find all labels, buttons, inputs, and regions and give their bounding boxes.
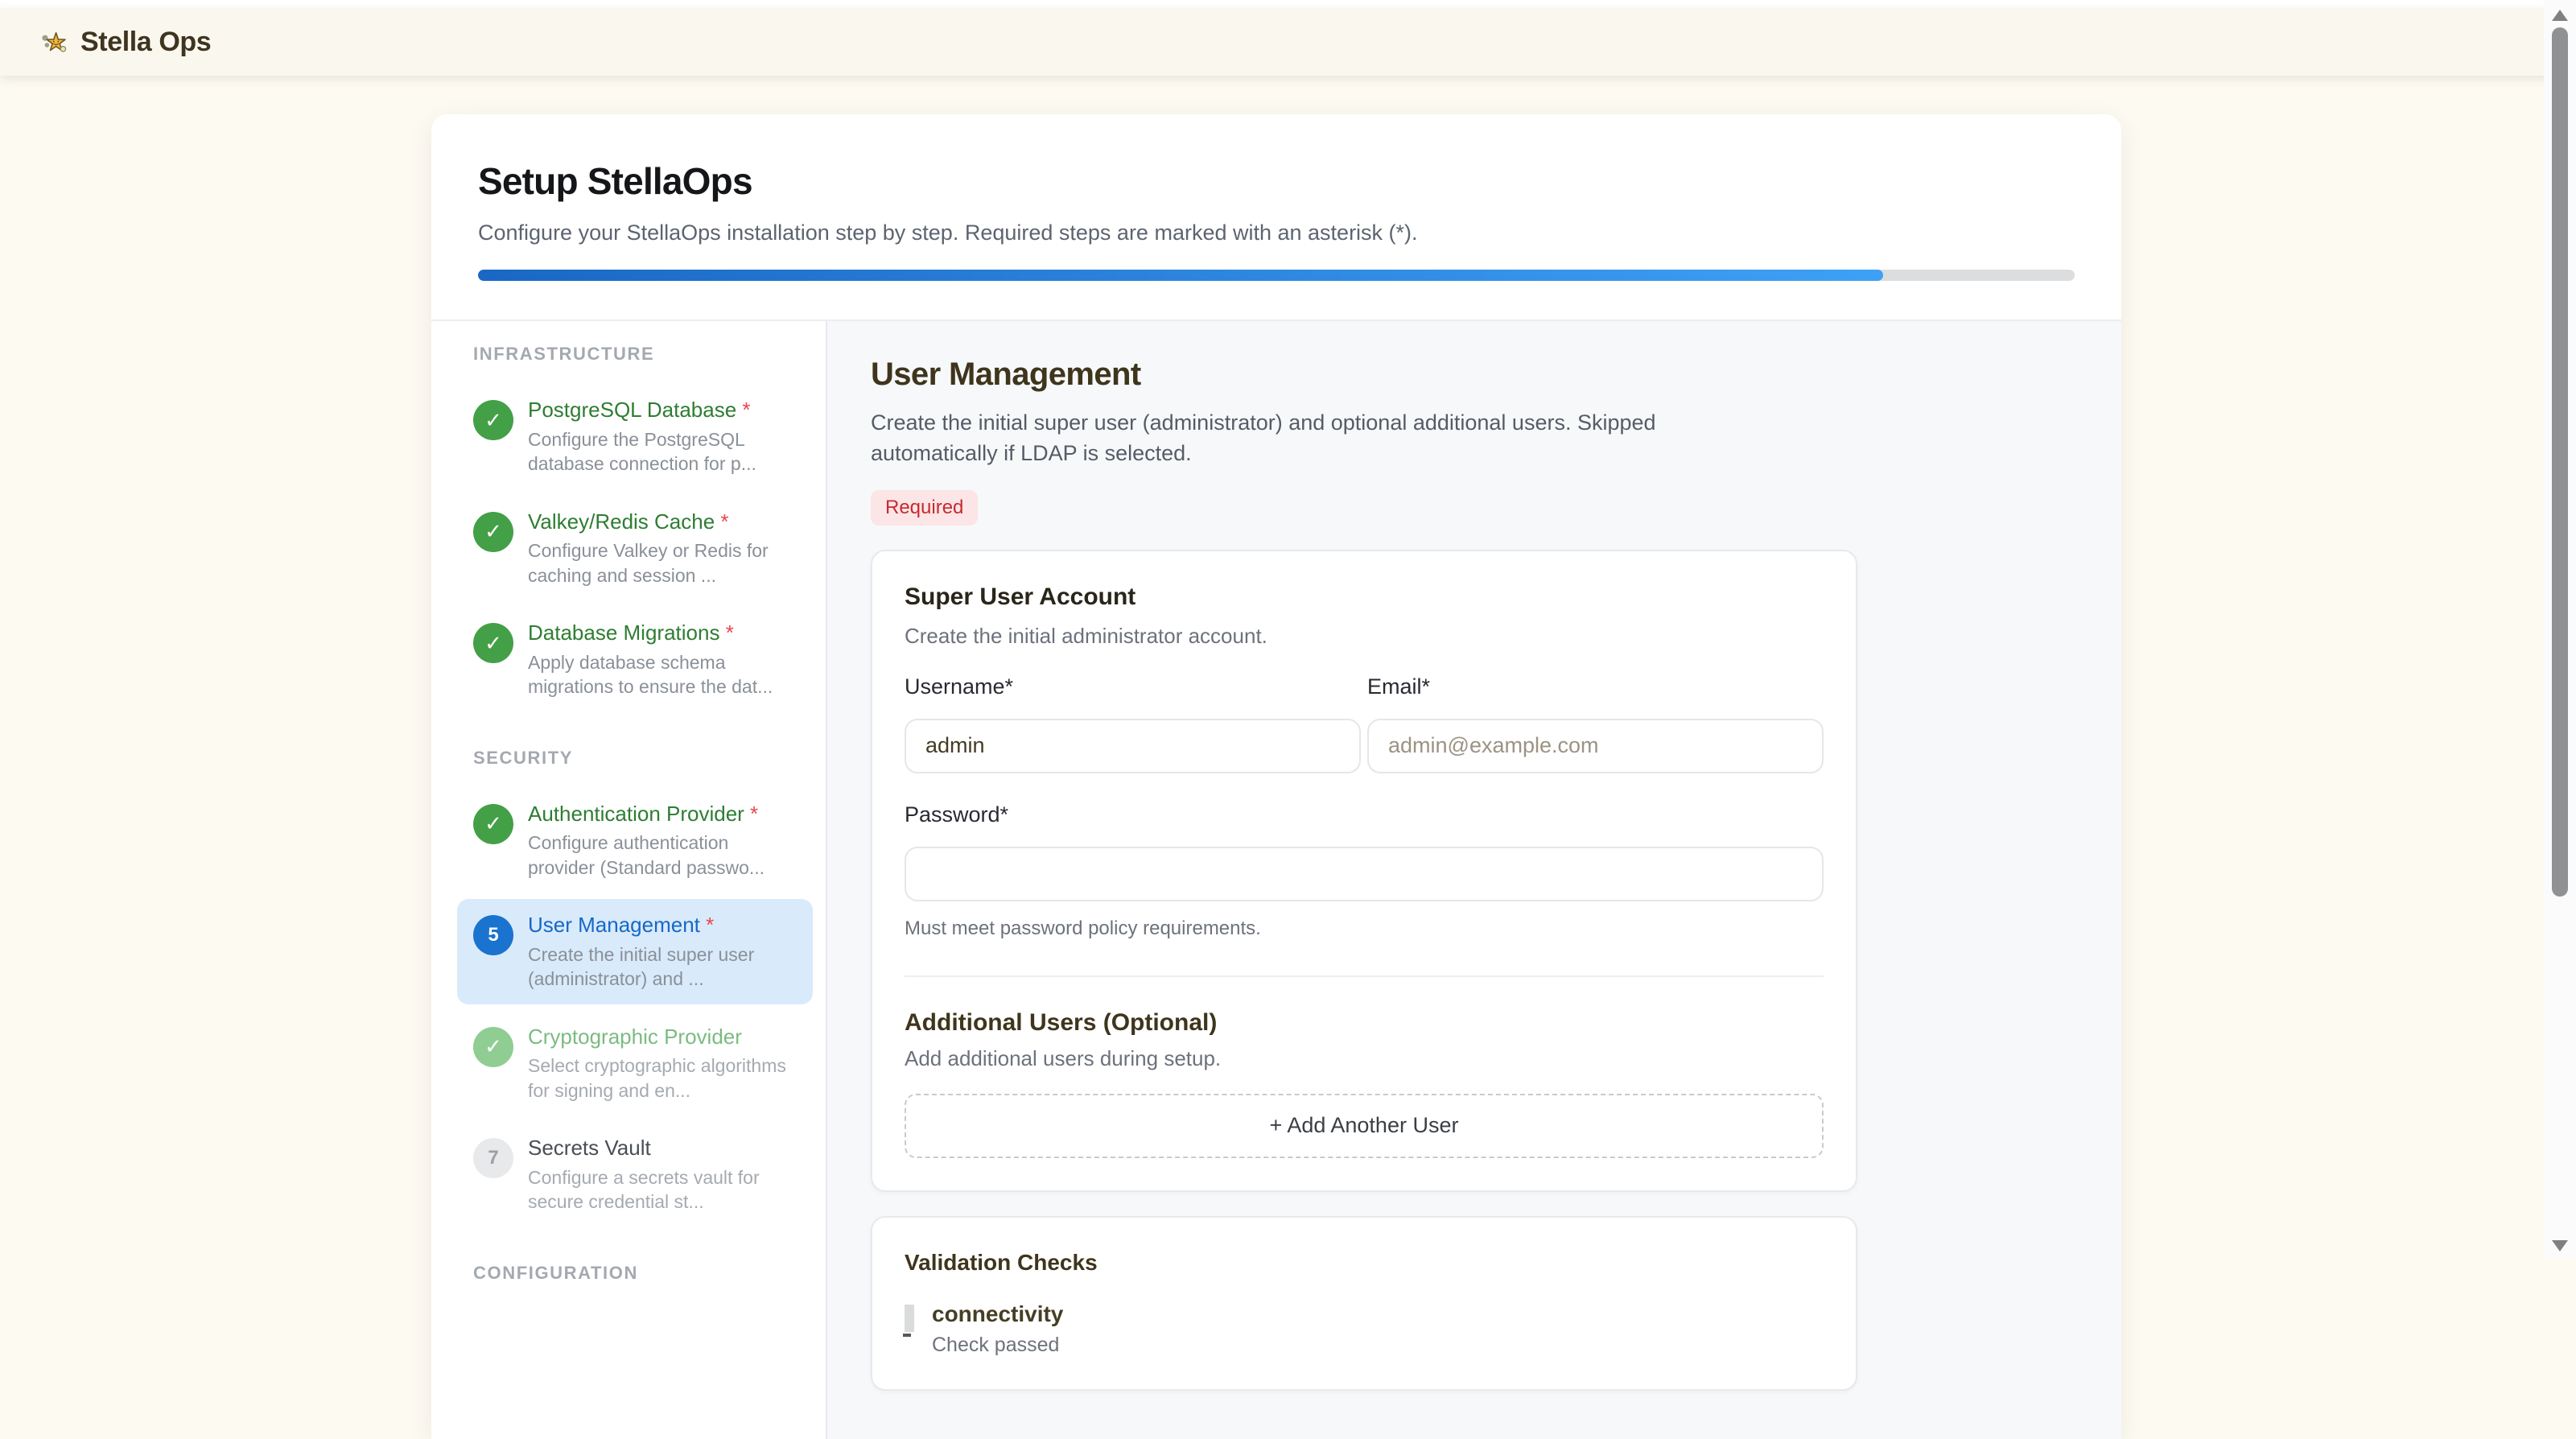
scrollbar-thumb[interactable]: [2552, 27, 2568, 897]
check-name: connectivity: [932, 1301, 1063, 1327]
check-circle-icon: ✓: [473, 512, 513, 552]
section-divider: [905, 975, 1824, 977]
steps-sidebar: INFRASTRUCTURE ✓ PostgreSQL Database * C…: [431, 321, 827, 1439]
step-description: Select cryptographic algorithms for sign…: [528, 1053, 797, 1103]
step-title: Valkey/Redis Cache: [528, 509, 715, 534]
super-user-subheading: Create the initial administrator account…: [905, 624, 1824, 649]
sidebar-item-user-management[interactable]: 5 User Management * Create the initial s…: [457, 899, 813, 1004]
super-user-heading: Super User Account: [905, 583, 1824, 611]
topbar: Stella Ops: [0, 8, 2576, 76]
step-description: Configure the PostgreSQL database connec…: [528, 427, 797, 476]
step-title: Authentication Provider: [528, 802, 744, 826]
email-input[interactable]: [1367, 719, 1824, 773]
username-field-group: Username*: [905, 674, 1361, 773]
wizard-header: Setup StellaOps Configure your StellaOps…: [431, 114, 2121, 321]
sidebar-item-database-migrations[interactable]: ✓ Database Migrations * Apply database s…: [457, 607, 813, 712]
page-scrollbar[interactable]: [2544, 0, 2576, 1260]
check-circle-icon: ✓: [473, 804, 513, 844]
progress-bar: [478, 270, 2075, 281]
sidebar-item-valkey-redis-cache[interactable]: ✓ Valkey/Redis Cache * Configure Valkey …: [457, 496, 813, 601]
page-subtitle: Configure your StellaOps installation st…: [478, 221, 2075, 245]
password-label: Password*: [905, 802, 1824, 827]
step-title: Database Migrations: [528, 621, 719, 645]
scrollbar-up-arrow-icon[interactable]: [2552, 10, 2568, 21]
validation-checks-heading: Validation Checks: [905, 1250, 1824, 1276]
check-status-icon: [905, 1305, 914, 1332]
step-number-badge: 5: [473, 915, 513, 955]
additional-users-heading: Additional Users (Optional): [905, 1009, 1824, 1037]
section-label-infrastructure: INFRASTRUCTURE: [473, 344, 813, 365]
progress-bar-fill: [478, 270, 1883, 281]
brand-title[interactable]: Stella Ops: [80, 27, 211, 58]
step-description: Configure a secrets vault for secure cre…: [528, 1165, 797, 1214]
sidebar-item-authentication-provider[interactable]: ✓ Authentication Provider * Configure au…: [457, 788, 813, 893]
add-another-user-button[interactable]: + Add Another User: [905, 1094, 1824, 1158]
step-title: PostgreSQL Database: [528, 398, 736, 422]
additional-users-subheading: Add additional users during setup.: [905, 1046, 1824, 1071]
email-label: Email*: [1367, 674, 1824, 699]
sidebar-item-cryptographic-provider[interactable]: ✓ Cryptographic Provider Select cryptogr…: [457, 1011, 813, 1116]
section-label-security: SECURITY: [473, 748, 813, 769]
page-title: Setup StellaOps: [478, 159, 2075, 203]
check-circle-icon: ✓: [473, 400, 513, 440]
step-description: Configure authentication provider (Stand…: [528, 831, 797, 880]
validation-checks-panel: Validation Checks connectivity Check pas…: [871, 1216, 1857, 1391]
password-field-group: Password* Must meet password policy requ…: [905, 802, 1824, 940]
sidebar-item-postgresql-database[interactable]: ✓ PostgreSQL Database * Configure the Po…: [457, 384, 813, 489]
required-badge: Required: [871, 490, 978, 526]
required-asterisk: *: [736, 398, 750, 422]
step-number-badge: 7: [473, 1138, 513, 1178]
username-label: Username*: [905, 674, 1361, 699]
super-user-account-panel: Super User Account Create the initial ad…: [871, 550, 1857, 1192]
username-input[interactable]: [905, 719, 1361, 773]
required-asterisk: *: [700, 913, 714, 937]
step-title: User Management: [528, 913, 700, 937]
step-description: Create the initial super user (administr…: [528, 942, 797, 992]
setup-wizard-card: Setup StellaOps Configure your StellaOps…: [431, 114, 2121, 1439]
email-field-group: Email*: [1367, 674, 1824, 773]
password-helper-text: Must meet password policy requirements.: [905, 917, 1824, 940]
check-status-text: Check passed: [932, 1334, 1063, 1357]
step-description: Apply database schema migrations to ensu…: [528, 650, 797, 699]
sidebar-item-secrets-vault[interactable]: 7 Secrets Vault Configure a secrets vaul…: [457, 1122, 813, 1227]
required-asterisk: *: [719, 621, 733, 645]
scrollbar-down-arrow-icon[interactable]: [2552, 1240, 2568, 1251]
validation-check-row: connectivity Check passed: [905, 1301, 1824, 1357]
step-page-description: Create the initial super user (administr…: [871, 407, 1740, 469]
password-input[interactable]: [905, 847, 1824, 901]
step-content: User Management Create the initial super…: [827, 321, 2121, 1439]
section-label-configuration: CONFIGURATION: [473, 1263, 813, 1284]
stella-ops-logo-icon[interactable]: [42, 29, 68, 55]
step-title: Cryptographic Provider: [528, 1025, 742, 1049]
step-page-title: User Management: [871, 357, 2121, 393]
top-strip: [0, 0, 2576, 8]
step-description: Configure Valkey or Redis for caching an…: [528, 538, 797, 588]
check-circle-icon: ✓: [473, 1027, 513, 1067]
step-title: Secrets Vault: [528, 1136, 651, 1160]
required-asterisk: *: [715, 509, 728, 534]
required-asterisk: *: [744, 802, 758, 826]
check-circle-icon: ✓: [473, 623, 513, 663]
